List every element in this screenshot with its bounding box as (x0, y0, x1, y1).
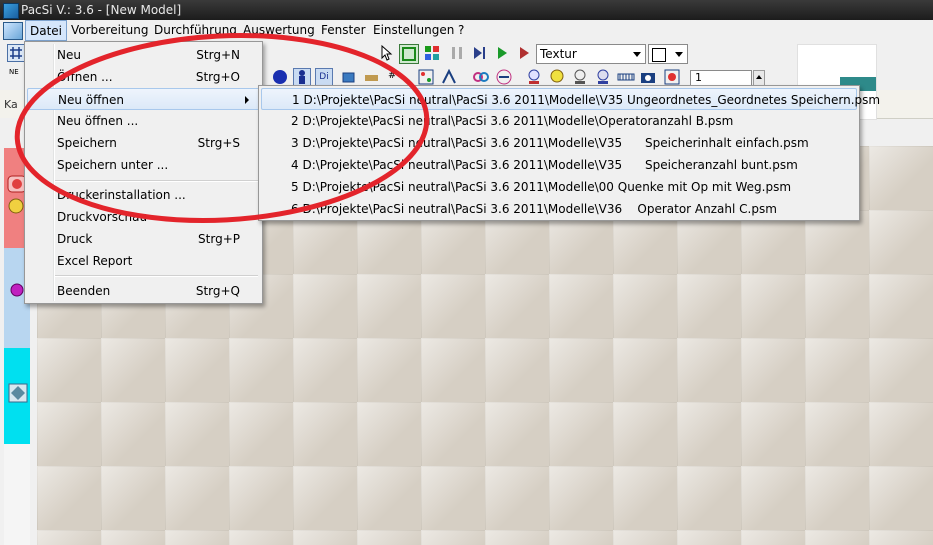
chevron-down-icon (633, 52, 641, 57)
texture-combo[interactable]: Textur (536, 44, 646, 64)
select-rect-icon[interactable] (399, 44, 419, 64)
chevron-down-icon (675, 52, 683, 57)
menu-item-label: Beenden (57, 284, 111, 298)
pointer-icon[interactable] (378, 44, 396, 62)
menu-item-oeffnen[interactable]: Öffnen ... Strg+O (27, 66, 260, 88)
recent-file-item[interactable]: 4 D:\Projekte\PacSi neutral\PacSi 3.6 20… (261, 154, 857, 176)
menu-datei[interactable]: Datei (25, 20, 68, 41)
menu-item-label: Öffnen ... (57, 70, 113, 84)
recent-file-label: 6 D:\Projekte\PacSi neutral\PacSi 3.6 20… (291, 202, 777, 216)
menu-item-druckvorschau[interactable]: Druckvorschau (27, 206, 260, 228)
menu-item-label: Speichern (57, 136, 117, 150)
multi-color-icon[interactable] (424, 45, 442, 63)
play-icon[interactable] (494, 45, 512, 63)
emoji-icon[interactable] (8, 198, 24, 217)
menu-item-speichern-unter[interactable]: Speichern unter ... (27, 154, 260, 176)
step-icon[interactable] (471, 45, 489, 63)
magenta-dot-icon[interactable] (9, 282, 25, 301)
menu-vorbereitung[interactable]: Vorbereitung (67, 20, 152, 41)
stop-play-icon[interactable] (516, 45, 534, 63)
menu-item-neu-oeffnen-dialog[interactable]: Neu öffnen ... (27, 110, 260, 132)
menu-item-shortcut: Strg+O (195, 70, 240, 84)
di-tool-icon[interactable]: Di (315, 68, 333, 86)
menu-item-label: Speichern unter ... (57, 158, 169, 172)
recent-file-label: 3 D:\Projekte\PacSi neutral\PacSi 3.6 20… (291, 136, 809, 150)
recent-file-item[interactable]: 5 D:\Projekte\PacSi neutral\PacSi 3.6 20… (261, 176, 857, 198)
menu-item-label: Neu (57, 48, 81, 62)
menu-separator (55, 275, 258, 277)
menu-einstellungen[interactable]: Einstellungen (369, 20, 458, 41)
menu-item-shortcut: Strg+Q (195, 284, 240, 298)
person-tool-icon[interactable] (293, 68, 311, 86)
system-menu-icon[interactable] (3, 22, 23, 40)
grid-icon[interactable] (7, 44, 25, 62)
recent-file-label: 5 D:\Projekte\PacSi neutral\PacSi 3.6 20… (291, 180, 792, 194)
palette-white-section (4, 444, 30, 545)
color-swatch (652, 48, 666, 62)
recent-file-item[interactable]: 2 D:\Projekte\PacSi neutral\PacSi 3.6 20… (261, 110, 857, 132)
menu-item-excel-report[interactable]: Excel Report (27, 250, 260, 272)
datei-menu: Neu Strg+N Öffnen ... Strg+O Neu öffnen … (24, 41, 263, 304)
menu-auswertung[interactable]: Auswertung (239, 20, 319, 41)
menu-bar: Datei Vorbereitung Durchführung Auswertu… (0, 20, 933, 42)
recent-file-item[interactable]: 6 D:\Projekte\PacSi neutral\PacSi 3.6 20… (261, 198, 857, 220)
submenu-arrow-icon (245, 96, 249, 104)
menu-item-neu-oeffnen[interactable]: Neu öffnen (27, 88, 260, 110)
texture-combo-value: Textur (540, 47, 577, 61)
menu-item-label: Druck (57, 232, 93, 246)
menu-item-beenden[interactable]: Beenden Strg+Q (27, 280, 260, 302)
title-bar: PacSi V.: 3.6 - [New Model] (0, 0, 933, 20)
kat-label: Ka (4, 98, 18, 111)
recent-file-label: 4 D:\Projekte\PacSi neutral\PacSi 3.6 20… (291, 158, 798, 172)
menu-help[interactable]: ? (454, 20, 468, 41)
menu-item-speichern[interactable]: Speichern Strg+S (27, 132, 260, 154)
menu-separator (55, 180, 258, 182)
app-icon (3, 3, 19, 19)
pause-icon[interactable] (449, 45, 467, 63)
menu-item-neu[interactable]: Neu Strg+N (27, 44, 260, 66)
menu-item-druckerinstallation[interactable]: Druckerinstallation ... (27, 184, 260, 206)
menu-fenster[interactable]: Fenster (317, 20, 370, 41)
counter-spin-up[interactable] (753, 70, 765, 86)
menu-item-label: Neu öffnen ... (57, 114, 139, 128)
menu-item-label: Druckerinstallation ... (57, 188, 186, 202)
menu-item-druck[interactable]: Druck Strg+P (27, 228, 260, 250)
counter-input[interactable]: 1 (690, 70, 752, 86)
menu-item-label: Excel Report (57, 254, 133, 268)
menu-item-shortcut: Strg+N (196, 48, 240, 62)
recent-file-label: 1 D:\Projekte\PacSi neutral\PacSi 3.6 20… (292, 93, 881, 107)
menu-item-label: Neu öffnen (58, 93, 124, 107)
color-combo[interactable] (648, 44, 688, 64)
recent-files-submenu: 1 D:\Projekte\PacSi neutral\PacSi 3.6 20… (258, 85, 880, 221)
recent-file-item[interactable]: 3 D:\Projekte\PacSi neutral\PacSi 3.6 20… (261, 132, 857, 154)
menu-item-shortcut: Strg+S (197, 136, 240, 150)
menu-item-label: Druckvorschau (57, 210, 148, 224)
recent-file-label: 2 D:\Projekte\PacSi neutral\PacSi 3.6 20… (291, 114, 734, 128)
menu-durchfuehrung[interactable]: Durchführung (150, 20, 241, 41)
diamond-icon[interactable] (7, 382, 29, 407)
window-title: PacSi V.: 3.6 - [New Model] (21, 3, 182, 17)
counter-value: 1 (695, 71, 702, 84)
recent-file-item[interactable]: 1 D:\Projekte\PacSi neutral\PacSi 3.6 20… (261, 88, 880, 110)
menu-item-shortcut: Strg+P (198, 232, 240, 246)
